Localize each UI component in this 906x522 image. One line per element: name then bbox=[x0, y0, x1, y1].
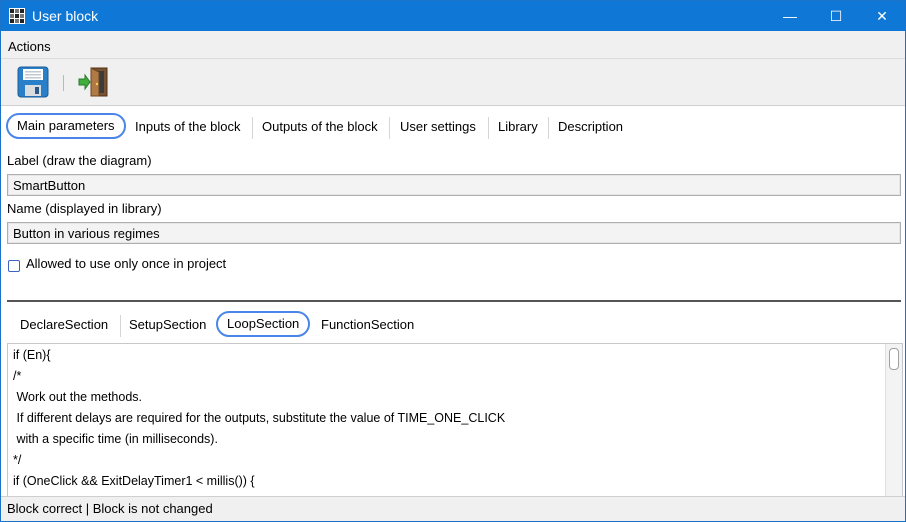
once-checkbox-label[interactable]: Allowed to use only once in project bbox=[26, 256, 226, 271]
once-checkbox[interactable] bbox=[8, 260, 20, 272]
menu-actions[interactable]: Actions bbox=[8, 39, 51, 54]
main-panel: Main parameters Inputs of the block Outp… bbox=[1, 106, 905, 497]
save-button[interactable] bbox=[17, 66, 49, 98]
name-field[interactable]: Button in various regimes bbox=[7, 222, 901, 244]
close-button[interactable]: ✕ bbox=[859, 1, 905, 31]
status-bar: Block correct | Block is not changed bbox=[1, 496, 905, 521]
save-icon bbox=[17, 66, 49, 98]
title-bar[interactable]: User block — ☐ ✕ bbox=[1, 1, 905, 31]
editor-scrollbar[interactable] bbox=[885, 344, 902, 496]
code-line: Work out the methods. bbox=[13, 390, 142, 404]
window-title: User block bbox=[32, 8, 99, 24]
main-tab-bar: Main parameters Inputs of the block Outp… bbox=[1, 113, 905, 141]
name-field-value: Button in various regimes bbox=[13, 226, 160, 241]
exit-button[interactable] bbox=[77, 66, 109, 98]
code-line: */ bbox=[13, 453, 22, 467]
tab-library[interactable]: Library bbox=[488, 114, 548, 140]
tab-description[interactable]: Description bbox=[548, 114, 633, 140]
minimize-button[interactable]: — bbox=[767, 1, 813, 31]
tab-inputs[interactable]: Inputs of the block bbox=[125, 114, 251, 140]
status-text: Block correct | Block is not changed bbox=[7, 501, 213, 516]
scrollbar-thumb[interactable] bbox=[889, 348, 899, 370]
section-divider bbox=[7, 300, 901, 302]
code-editor[interactable]: if (En){ /* Work out the methods. If dif… bbox=[7, 343, 903, 497]
code-line: /* bbox=[13, 369, 22, 383]
name-caption: Name (displayed in library) bbox=[7, 201, 162, 216]
label-field[interactable]: SmartButton bbox=[7, 174, 901, 196]
menu-bar: Actions bbox=[1, 31, 905, 59]
user-block-window: User block — ☐ ✕ Actions Main parameters… bbox=[0, 0, 906, 522]
tab-user-settings[interactable]: User settings bbox=[390, 114, 486, 140]
label-caption: Label (draw the diagram) bbox=[7, 153, 152, 168]
code-line: If different delays are required for the… bbox=[13, 411, 506, 425]
toolbar-separator bbox=[63, 75, 64, 91]
tab-loop-section[interactable]: LoopSection bbox=[216, 311, 311, 337]
tab-function-section[interactable]: FunctionSection bbox=[311, 312, 424, 338]
tab-main-parameters[interactable]: Main parameters bbox=[6, 113, 126, 139]
code-line: with a specific time (in milliseconds). bbox=[13, 432, 218, 446]
maximize-button[interactable]: ☐ bbox=[813, 1, 859, 31]
app-icon bbox=[9, 8, 25, 24]
tab-outputs[interactable]: Outputs of the block bbox=[252, 114, 388, 140]
tab-setup-section[interactable]: SetupSection bbox=[119, 312, 216, 338]
exit-door-icon bbox=[78, 67, 108, 97]
tab-declare-section[interactable]: DeclareSection bbox=[10, 312, 118, 338]
code-line: if (En){ bbox=[13, 348, 51, 362]
code-tab-bar: DeclareSection SetupSection LoopSection … bbox=[1, 311, 905, 339]
code-line: if (OneClick && ExitDelayTimer1 < millis… bbox=[13, 474, 255, 488]
toolbar bbox=[1, 59, 905, 106]
label-field-value: SmartButton bbox=[13, 178, 86, 193]
